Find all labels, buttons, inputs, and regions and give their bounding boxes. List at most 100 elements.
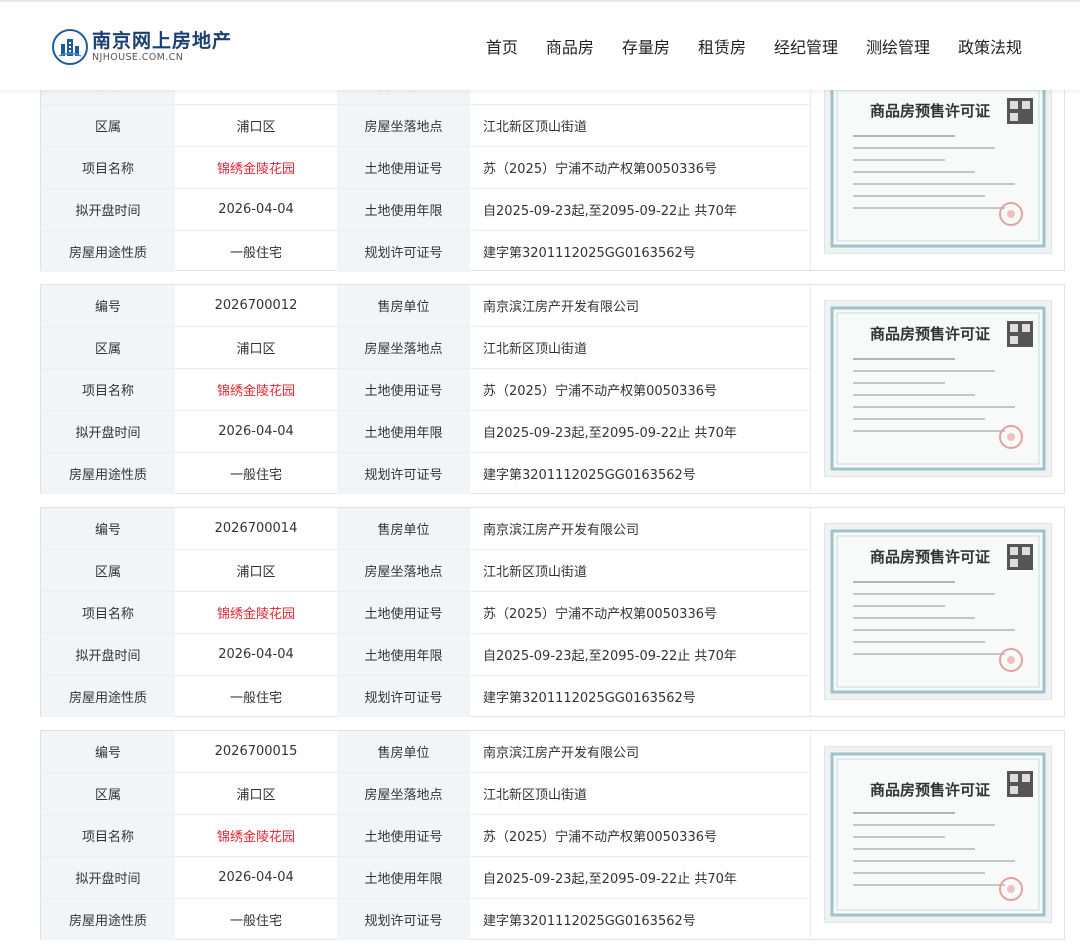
value-seller: 南京滨江房产开发有限公司 [470, 731, 811, 774]
value-number: 2026700012 [175, 285, 337, 328]
presale-permit-card: 编号 售房单位 区属 浦口区 房屋坐落地点 江北新区顶山街道 项目名称 锦绣金陵… [40, 62, 1065, 272]
value-seller: 南京滨江房产开发有限公司 [470, 285, 811, 328]
value-planning-permit: 建字第3201112025GG0163562号 [470, 898, 811, 940]
label-planning-permit: 规划许可证号 [337, 898, 470, 940]
label-project-name: 项目名称 [41, 814, 175, 857]
label-location: 房屋坐落地点 [337, 772, 470, 816]
certificate-title: 商品房预售许可证 [870, 102, 990, 120]
nav-item-rental-housing[interactable]: 租赁房 [698, 37, 746, 59]
value-number: 2026700014 [175, 508, 337, 551]
label-usage: 房屋用途性质 [41, 452, 175, 494]
label-open-date: 拟开盘时间 [41, 188, 175, 231]
label-number: 编号 [41, 508, 175, 551]
label-location: 房屋坐落地点 [337, 326, 470, 370]
label-land-cert: 土地使用证号 [337, 368, 470, 411]
label-seller: 售房单位 [337, 731, 470, 774]
label-land-term: 土地使用年限 [337, 633, 470, 676]
project-name-link[interactable]: 锦绣金陵花园 [175, 814, 337, 857]
project-name-link[interactable]: 锦绣金陵花园 [175, 591, 337, 634]
label-planning-permit: 规划许可证号 [337, 675, 470, 717]
label-location: 房屋坐落地点 [337, 549, 470, 593]
value-open-date: 2026-04-04 [175, 410, 337, 453]
value-location: 江北新区顶山街道 [470, 549, 811, 593]
label-open-date: 拟开盘时间 [41, 633, 175, 676]
certificate-image[interactable]: 商品房预售许可证 [824, 746, 1052, 923]
project-name-link[interactable]: 锦绣金陵花园 [175, 368, 337, 411]
presale-permit-card: 编号 2026700014 售房单位 南京滨江房产开发有限公司 区属 浦口区 房… [40, 507, 1065, 717]
nav-item-home[interactable]: 首页 [486, 37, 518, 59]
value-usage: 一般住宅 [229, 913, 282, 929]
label-number: 编号 [41, 731, 175, 774]
value-number: 2026700015 [175, 731, 337, 774]
value-land-term: 自2025-09-23起,至2095-09-22止 共70年 [470, 410, 811, 453]
value-land-term: 自2025-09-23起,至2095-09-22止 共70年 [470, 188, 811, 231]
label-location: 房屋坐落地点 [337, 104, 470, 148]
value-usage: 一般住宅 [229, 467, 282, 483]
certificate-image[interactable]: 商品房预售许可证 [824, 300, 1052, 477]
certificate-title: 商品房预售许可证 [870, 325, 990, 343]
certificate-image[interactable]: 商品房预售许可证 [824, 523, 1052, 700]
label-district: 区属 [41, 549, 175, 593]
value-land-cert: 苏（2025）宁浦不动产权第0050336号 [470, 146, 811, 189]
label-usage: 房屋用途性质 [41, 230, 175, 272]
value-land-cert: 苏（2025）宁浦不动产权第0050336号 [470, 814, 811, 857]
label-land-cert: 土地使用证号 [337, 814, 470, 857]
label-land-cert: 土地使用证号 [337, 591, 470, 634]
label-project-name: 项目名称 [41, 591, 175, 634]
value-district: 浦口区 [175, 772, 337, 816]
label-district: 区属 [41, 772, 175, 816]
value-location: 江北新区顶山街道 [470, 772, 811, 816]
label-seller: 售房单位 [337, 285, 470, 328]
label-open-date: 拟开盘时间 [41, 410, 175, 453]
label-project-name: 项目名称 [41, 146, 175, 189]
nav-item-existing-housing[interactable]: 存量房 [622, 37, 670, 59]
value-open-date: 2026-04-04 [175, 633, 337, 676]
value-district: 浦口区 [175, 549, 337, 593]
value-land-term: 自2025-09-23起,至2095-09-22止 共70年 [470, 856, 811, 899]
value-district: 浦口区 [175, 104, 337, 148]
value-usage: 一般住宅 [229, 690, 282, 706]
value-open-date: 2026-04-04 [175, 856, 337, 899]
label-land-cert: 土地使用证号 [337, 146, 470, 189]
label-land-term: 土地使用年限 [337, 188, 470, 231]
value-land-cert: 苏（2025）宁浦不动产权第0050336号 [470, 368, 811, 411]
label-planning-permit: 规划许可证号 [337, 452, 470, 494]
site-logo[interactable]: 南京网上房地产 NJHOUSE.COM.CN [52, 29, 232, 65]
value-location: 江北新区顶山街道 [470, 326, 811, 370]
label-open-date: 拟开盘时间 [41, 856, 175, 899]
value-seller: 南京滨江房产开发有限公司 [470, 508, 811, 551]
label-seller: 售房单位 [337, 508, 470, 551]
label-district: 区属 [41, 104, 175, 148]
value-open-date: 2026-04-04 [175, 188, 337, 231]
certificate-title: 商品房预售许可证 [870, 781, 990, 799]
logo-title: 南京网上房地产 [92, 30, 233, 52]
value-land-cert: 苏（2025）宁浦不动产权第0050336号 [470, 591, 811, 634]
value-district: 浦口区 [175, 326, 337, 370]
certificate-image[interactable]: 商品房预售许可证 [824, 77, 1052, 254]
value-planning-permit: 建字第3201112025GG0163562号 [470, 675, 811, 717]
value-planning-permit: 建字第3201112025GG0163562号 [470, 452, 811, 494]
logo-building-icon [52, 29, 88, 65]
label-land-term: 土地使用年限 [337, 856, 470, 899]
label-usage: 房屋用途性质 [41, 675, 175, 717]
label-usage: 房屋用途性质 [41, 898, 175, 940]
presale-permit-card: 编号 2026700015 售房单位 南京滨江房产开发有限公司 区属 浦口区 房… [40, 730, 1065, 940]
presale-permit-card: 编号 2026700012 售房单位 南京滨江房产开发有限公司 区属 浦口区 房… [40, 284, 1065, 494]
nav-item-surveying[interactable]: 测绘管理 [866, 37, 930, 59]
value-land-term: 自2025-09-23起,至2095-09-22止 共70年 [470, 633, 811, 676]
project-name-link[interactable]: 锦绣金陵花园 [175, 146, 337, 189]
nav-item-commercial-housing[interactable]: 商品房 [546, 37, 594, 59]
logo-subtitle: NJHOUSE.COM.CN [92, 52, 184, 63]
label-number: 编号 [41, 285, 175, 328]
label-district: 区属 [41, 326, 175, 370]
site-header: 南京网上房地产 NJHOUSE.COM.CN 首页 商品房 存量房 租赁房 经纪… [0, 0, 1080, 90]
label-planning-permit: 规划许可证号 [337, 230, 470, 272]
nav-item-brokerage[interactable]: 经纪管理 [774, 37, 838, 59]
value-location: 江北新区顶山街道 [470, 104, 811, 148]
certificate-title: 商品房预售许可证 [870, 548, 990, 566]
label-project-name: 项目名称 [41, 368, 175, 411]
value-planning-permit: 建字第3201112025GG0163562号 [470, 230, 811, 272]
label-land-term: 土地使用年限 [337, 410, 470, 453]
main-nav: 首页 商品房 存量房 租赁房 经纪管理 测绘管理 政策法规 [458, 37, 1022, 59]
nav-item-policies[interactable]: 政策法规 [958, 37, 1022, 59]
